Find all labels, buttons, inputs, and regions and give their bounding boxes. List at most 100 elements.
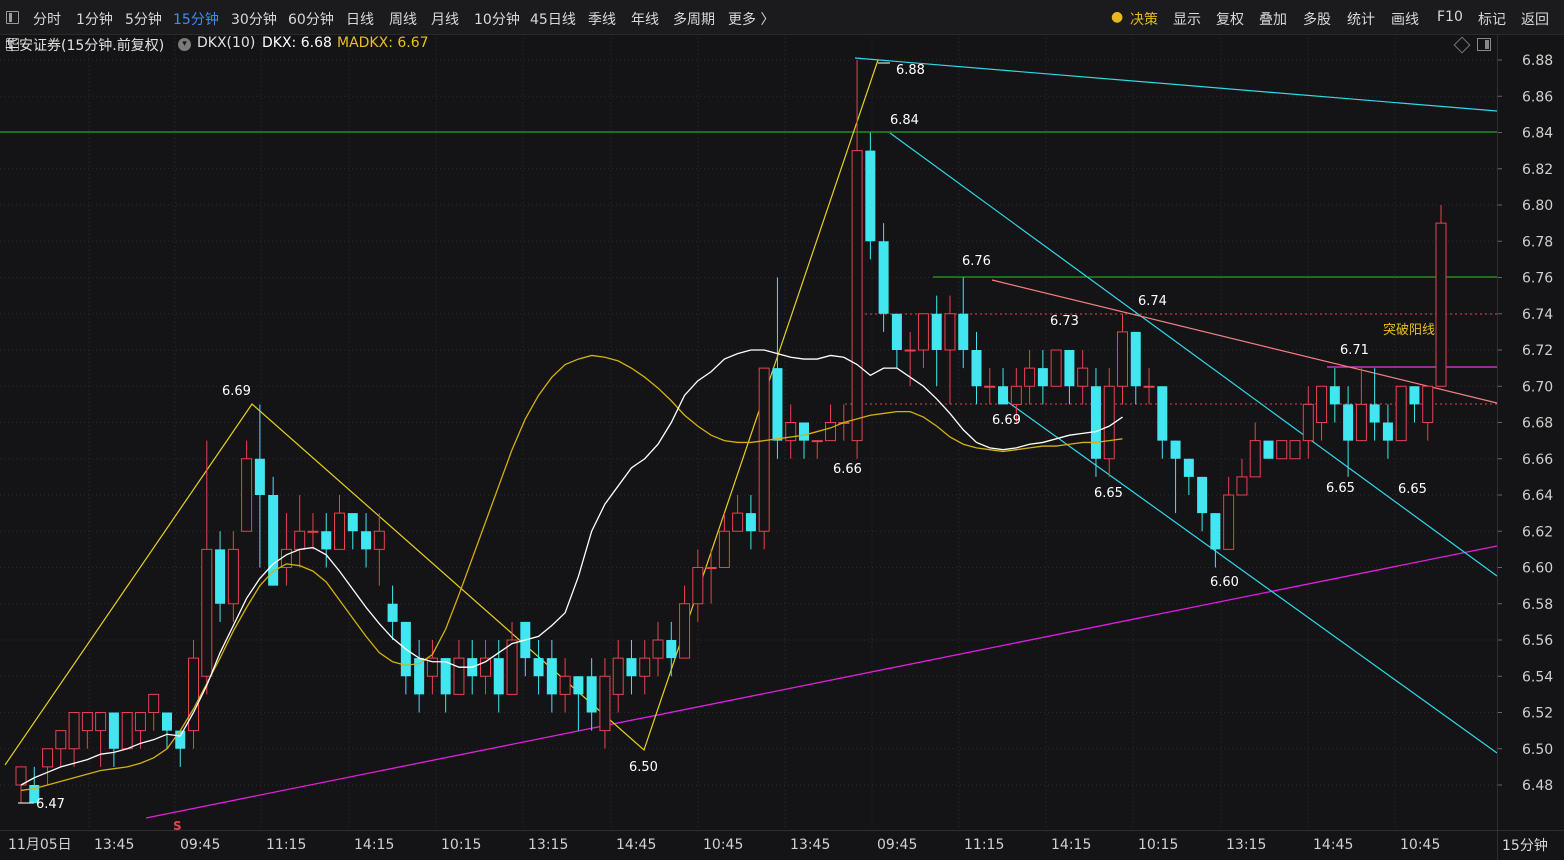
candle-body bbox=[758, 367, 770, 532]
price-label: 6.74 bbox=[1138, 294, 1167, 309]
candle-body bbox=[612, 657, 624, 695]
price-label: 6.71 bbox=[1340, 343, 1369, 358]
y-tick-label: 6.88 bbox=[1522, 53, 1553, 69]
y-tick-label: 6.76 bbox=[1522, 271, 1553, 287]
candle-body bbox=[718, 530, 730, 568]
period-tab-10min[interactable]: 10分钟 bbox=[474, 9, 520, 29]
candle-body bbox=[1409, 386, 1420, 405]
y-tick-label: 6.78 bbox=[1522, 234, 1553, 250]
candle-body bbox=[1316, 385, 1328, 423]
period-tab-season[interactable]: 季线 bbox=[588, 9, 616, 29]
x-tick-label: 10:45 bbox=[1400, 837, 1440, 853]
x-tick-label: 13:45 bbox=[790, 837, 830, 853]
candle-body bbox=[533, 658, 544, 677]
candle-body bbox=[626, 658, 637, 677]
candle-body bbox=[546, 658, 557, 695]
candle-body bbox=[55, 730, 67, 750]
candle-body bbox=[361, 531, 372, 550]
candle-body bbox=[1024, 367, 1036, 387]
madkx-value: MADKX: 6.67 bbox=[337, 35, 429, 51]
candle-body bbox=[254, 458, 265, 495]
overlay-button[interactable]: 叠加 bbox=[1259, 9, 1287, 29]
candle-body bbox=[1010, 385, 1022, 405]
chevron-down-icon[interactable]: ▾ bbox=[178, 38, 191, 51]
candle-body bbox=[917, 313, 929, 351]
more-button[interactable]: 更多 〉 bbox=[728, 9, 774, 29]
candle-body bbox=[42, 748, 54, 768]
mark-button[interactable]: 标记 bbox=[1478, 9, 1506, 29]
x-tick-label: 10:15 bbox=[441, 837, 481, 853]
candle-body bbox=[294, 530, 306, 550]
candle-body bbox=[1329, 386, 1340, 405]
back-button[interactable]: 返回 bbox=[1521, 9, 1549, 29]
period-tab-30min[interactable]: 30分钟 bbox=[231, 9, 277, 29]
candle-body bbox=[321, 531, 332, 550]
x-tick-label: 10:45 bbox=[703, 837, 743, 853]
candle-body bbox=[705, 567, 717, 569]
indicator-name[interactable]: DKX(10) bbox=[197, 35, 255, 51]
y-tick-label: 6.74 bbox=[1522, 307, 1553, 323]
x-tick-label: 09:45 bbox=[180, 837, 220, 853]
period-tab-month[interactable]: 月线 bbox=[431, 9, 459, 29]
y-tick-label: 6.70 bbox=[1522, 379, 1553, 395]
candle-body bbox=[161, 712, 172, 731]
display-button[interactable]: 显示 bbox=[1173, 9, 1201, 29]
x-tick-label: 14:15 bbox=[1051, 837, 1091, 853]
y-tick-label: 6.66 bbox=[1522, 452, 1553, 468]
toolbar: 分时 1分钟 5分钟 15分钟 30分钟 60分钟 日线 周线 月线 10分钟 … bbox=[0, 0, 1564, 35]
period-tab-5min[interactable]: 5分钟 bbox=[125, 9, 162, 29]
y-tick-label: 6.86 bbox=[1522, 89, 1553, 105]
multi-stock-button[interactable]: 多股 bbox=[1303, 9, 1331, 29]
period-tab-15min[interactable]: 15分钟 bbox=[173, 9, 219, 29]
decision-button[interactable]: 决策 bbox=[1130, 9, 1158, 29]
x-tick-label: 14:45 bbox=[1313, 837, 1353, 853]
y-tick-label: 6.58 bbox=[1522, 597, 1553, 613]
candle-body bbox=[1197, 476, 1208, 514]
draw-line-button[interactable]: 画线 bbox=[1391, 9, 1419, 29]
candle-body bbox=[971, 350, 982, 387]
candle-body bbox=[121, 712, 133, 750]
period-tab-1min[interactable]: 1分钟 bbox=[76, 9, 113, 29]
panel-toggle-icon[interactable] bbox=[6, 11, 19, 24]
y-tick-label: 6.82 bbox=[1522, 162, 1553, 178]
candle-body bbox=[666, 640, 677, 659]
period-tab-day[interactable]: 日线 bbox=[346, 9, 374, 29]
candle-body bbox=[1170, 440, 1181, 459]
period-tab-45day[interactable]: 45日线 bbox=[530, 9, 576, 29]
candle-body bbox=[825, 422, 837, 442]
x-tick-label: 11:15 bbox=[964, 837, 1004, 853]
candle-body bbox=[1183, 458, 1194, 477]
period-tab-60min[interactable]: 60分钟 bbox=[288, 9, 334, 29]
y-tick-label: 6.80 bbox=[1522, 198, 1553, 214]
candle-body bbox=[984, 385, 996, 388]
candle-body bbox=[1116, 331, 1128, 387]
candle-body bbox=[1355, 403, 1367, 442]
candle-body bbox=[1422, 385, 1434, 423]
period-tab-year[interactable]: 年线 bbox=[631, 9, 659, 29]
candle-body bbox=[81, 712, 93, 732]
split-panel-icon[interactable] bbox=[1477, 38, 1491, 51]
price-label: 6.84 bbox=[890, 113, 919, 128]
candle-body bbox=[652, 639, 664, 659]
candle-body bbox=[1143, 385, 1155, 388]
statistics-button[interactable]: 统计 bbox=[1347, 9, 1375, 29]
candle-body bbox=[334, 512, 346, 550]
candle-body bbox=[1050, 349, 1062, 387]
candle-body bbox=[599, 675, 611, 732]
period-tab-fenshi[interactable]: 分时 bbox=[33, 9, 61, 29]
y-tick-label: 6.68 bbox=[1522, 416, 1553, 432]
period-tab-multi[interactable]: 多周期 bbox=[673, 9, 715, 29]
lightbulb-icon[interactable]: ● bbox=[1111, 9, 1123, 25]
f10-button[interactable]: F10 bbox=[1437, 9, 1463, 25]
price-axis-divider bbox=[1497, 34, 1498, 860]
candlestick-chart[interactable]: 6.48 6.50 6.52 6.54 6.56 6.58 6.60 6.62 6.64 6.66… bbox=[0, 34, 1564, 860]
period-tab-week[interactable]: 周线 bbox=[389, 9, 417, 29]
adjust-button[interactable]: 复权 bbox=[1216, 9, 1244, 29]
candle-body bbox=[148, 693, 160, 713]
price-label: 6.69 bbox=[222, 384, 251, 399]
y-tick-label: 6.50 bbox=[1522, 742, 1553, 758]
y-tick-label: 6.52 bbox=[1522, 706, 1553, 722]
price-label: 6.65 bbox=[1398, 482, 1427, 497]
candle-body bbox=[732, 512, 744, 532]
candle-body bbox=[1090, 386, 1101, 459]
